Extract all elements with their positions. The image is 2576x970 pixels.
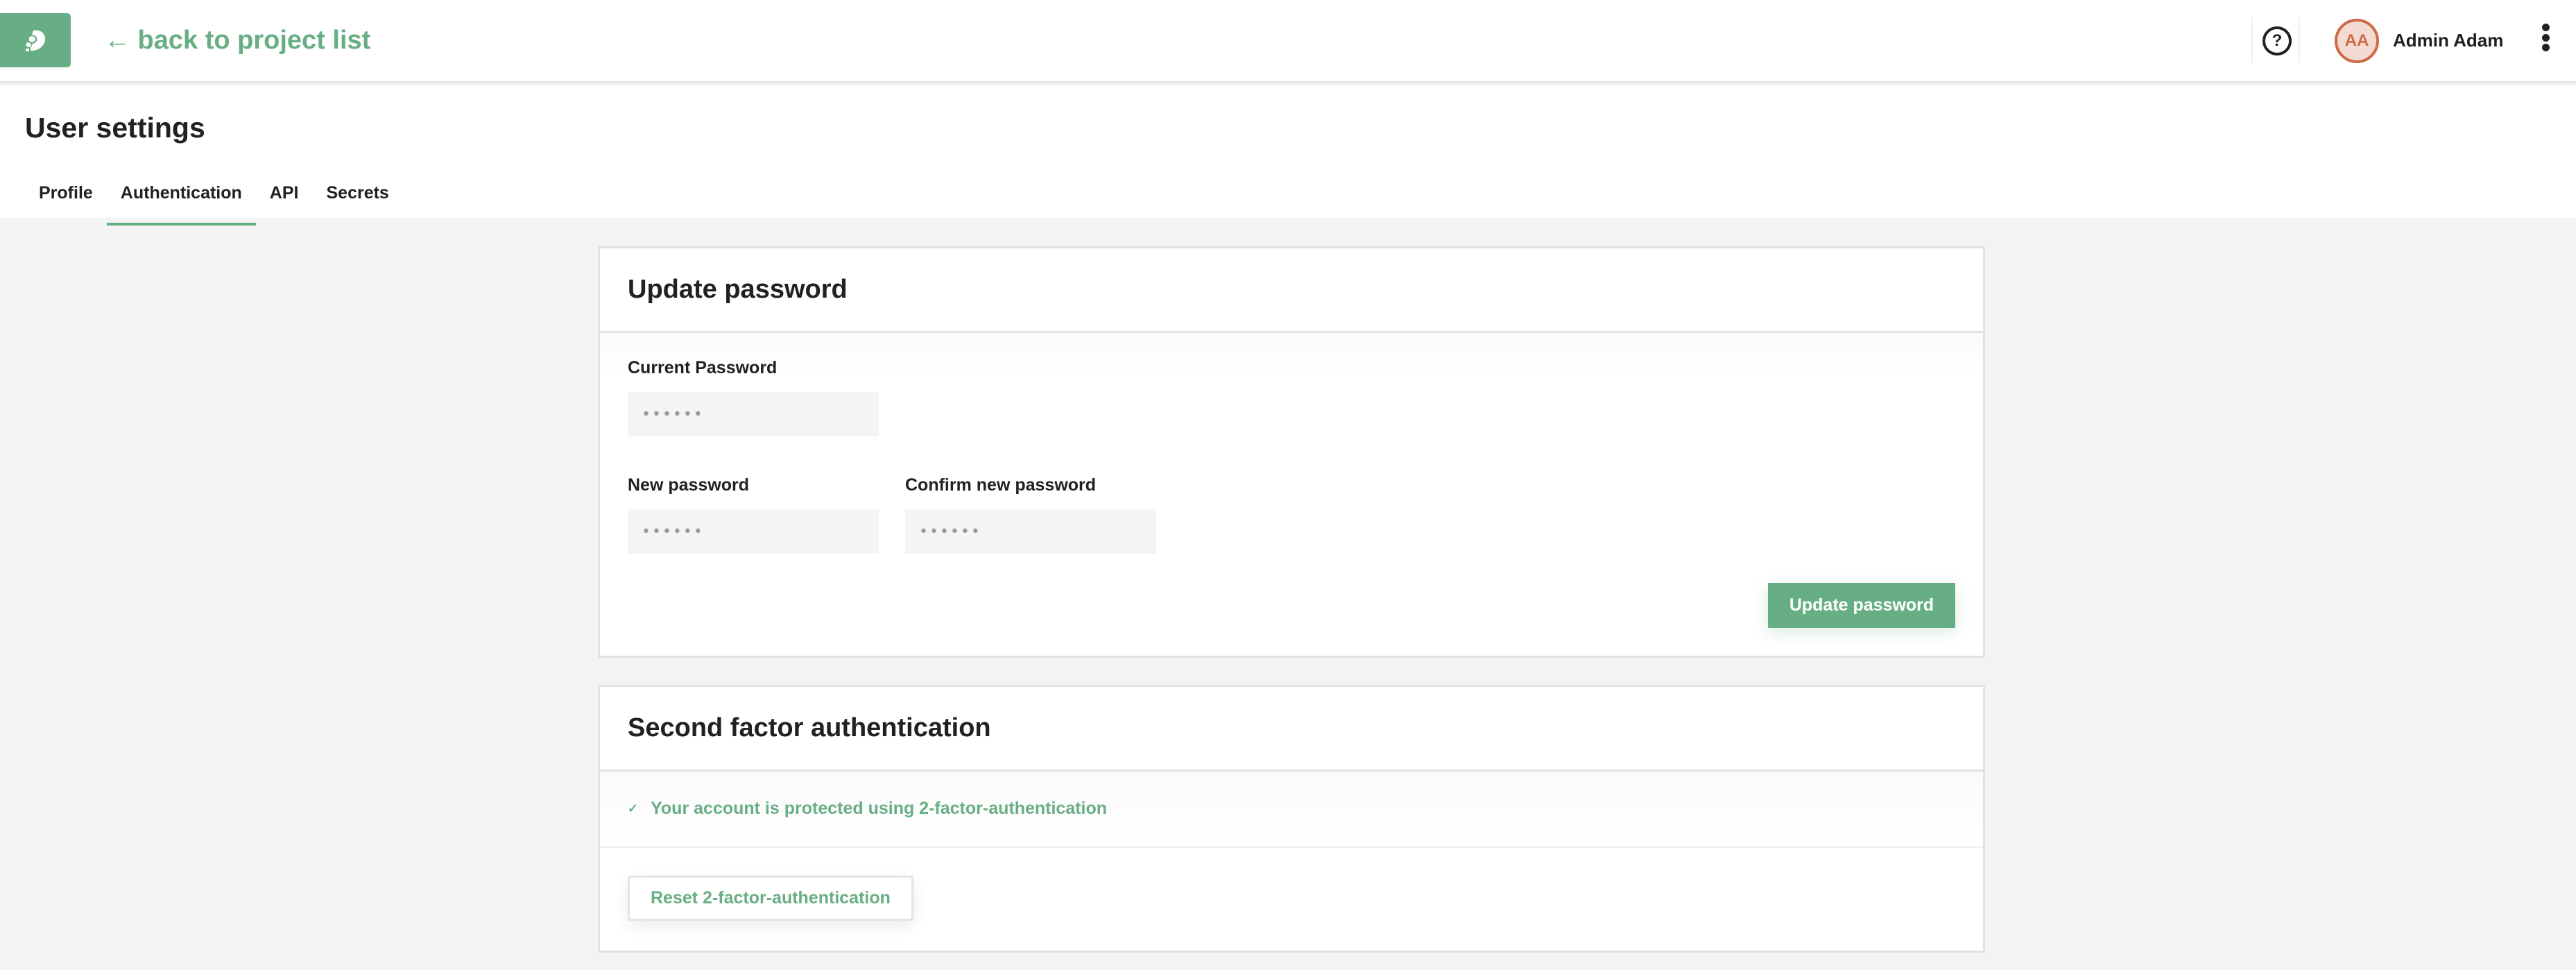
- confirm-password-input[interactable]: [905, 509, 1156, 554]
- two-factor-status: ✓ Your account is protected using 2-fact…: [600, 772, 1983, 848]
- page-header: User settings Profile Authentication API…: [0, 85, 2576, 226]
- update-password-card: Update password Current Password New pas…: [598, 246, 1985, 658]
- tab-api[interactable]: API: [256, 176, 313, 218]
- confirm-password-label: Confirm new password: [905, 475, 1097, 495]
- kebab-dot-icon: [2541, 44, 2550, 51]
- user-name[interactable]: Admin Adam: [2393, 26, 2503, 54]
- hop-logo-icon: [26, 30, 46, 51]
- check-icon: ✓: [628, 801, 639, 815]
- more-menu-button[interactable]: [2539, 24, 2552, 51]
- two-factor-card: Second factor authentication ✓ Your acco…: [598, 685, 1985, 953]
- divider: [2299, 17, 2300, 63]
- reset-row: Reset 2-factor-authentication: [600, 848, 1983, 948]
- page-title: User settings: [25, 112, 205, 144]
- question-circle-icon: ?: [2272, 31, 2283, 50]
- back-to-project-list-link[interactable]: ← back to project list: [104, 21, 370, 60]
- card-header: Update password: [600, 248, 1983, 333]
- tab-authentication[interactable]: Authentication: [106, 176, 256, 226]
- card-title: Update password: [628, 275, 848, 304]
- new-password-label: New password: [628, 475, 750, 495]
- avatar[interactable]: AA: [2335, 19, 2379, 63]
- reset-2fa-button[interactable]: Reset 2-factor-authentication: [628, 876, 913, 921]
- kebab-dot-icon: [2541, 24, 2550, 31]
- settings-tabs: Profile Authentication API Secrets: [25, 176, 403, 226]
- card-header: Second factor authentication: [600, 687, 1983, 772]
- kebab-dot-icon: [2541, 33, 2550, 42]
- update-password-button[interactable]: Update password: [1768, 583, 1955, 628]
- tab-secrets[interactable]: Secrets: [312, 176, 402, 218]
- new-password-input[interactable]: [628, 509, 879, 554]
- divider: [2251, 17, 2253, 63]
- help-button[interactable]: ?: [2262, 26, 2292, 56]
- current-password-label: Current Password: [628, 358, 778, 377]
- top-bar: ← back to project list ? AA Admin Adam: [0, 0, 2576, 83]
- two-factor-status-text: Your account is protected using 2-factor…: [651, 799, 1108, 818]
- logo-button[interactable]: [0, 13, 71, 67]
- tab-profile[interactable]: Profile: [25, 176, 107, 218]
- current-password-input[interactable]: [628, 392, 879, 436]
- card-title: Second factor authentication: [628, 713, 991, 742]
- card-body: Current Password New password Confirm ne…: [600, 333, 1983, 656]
